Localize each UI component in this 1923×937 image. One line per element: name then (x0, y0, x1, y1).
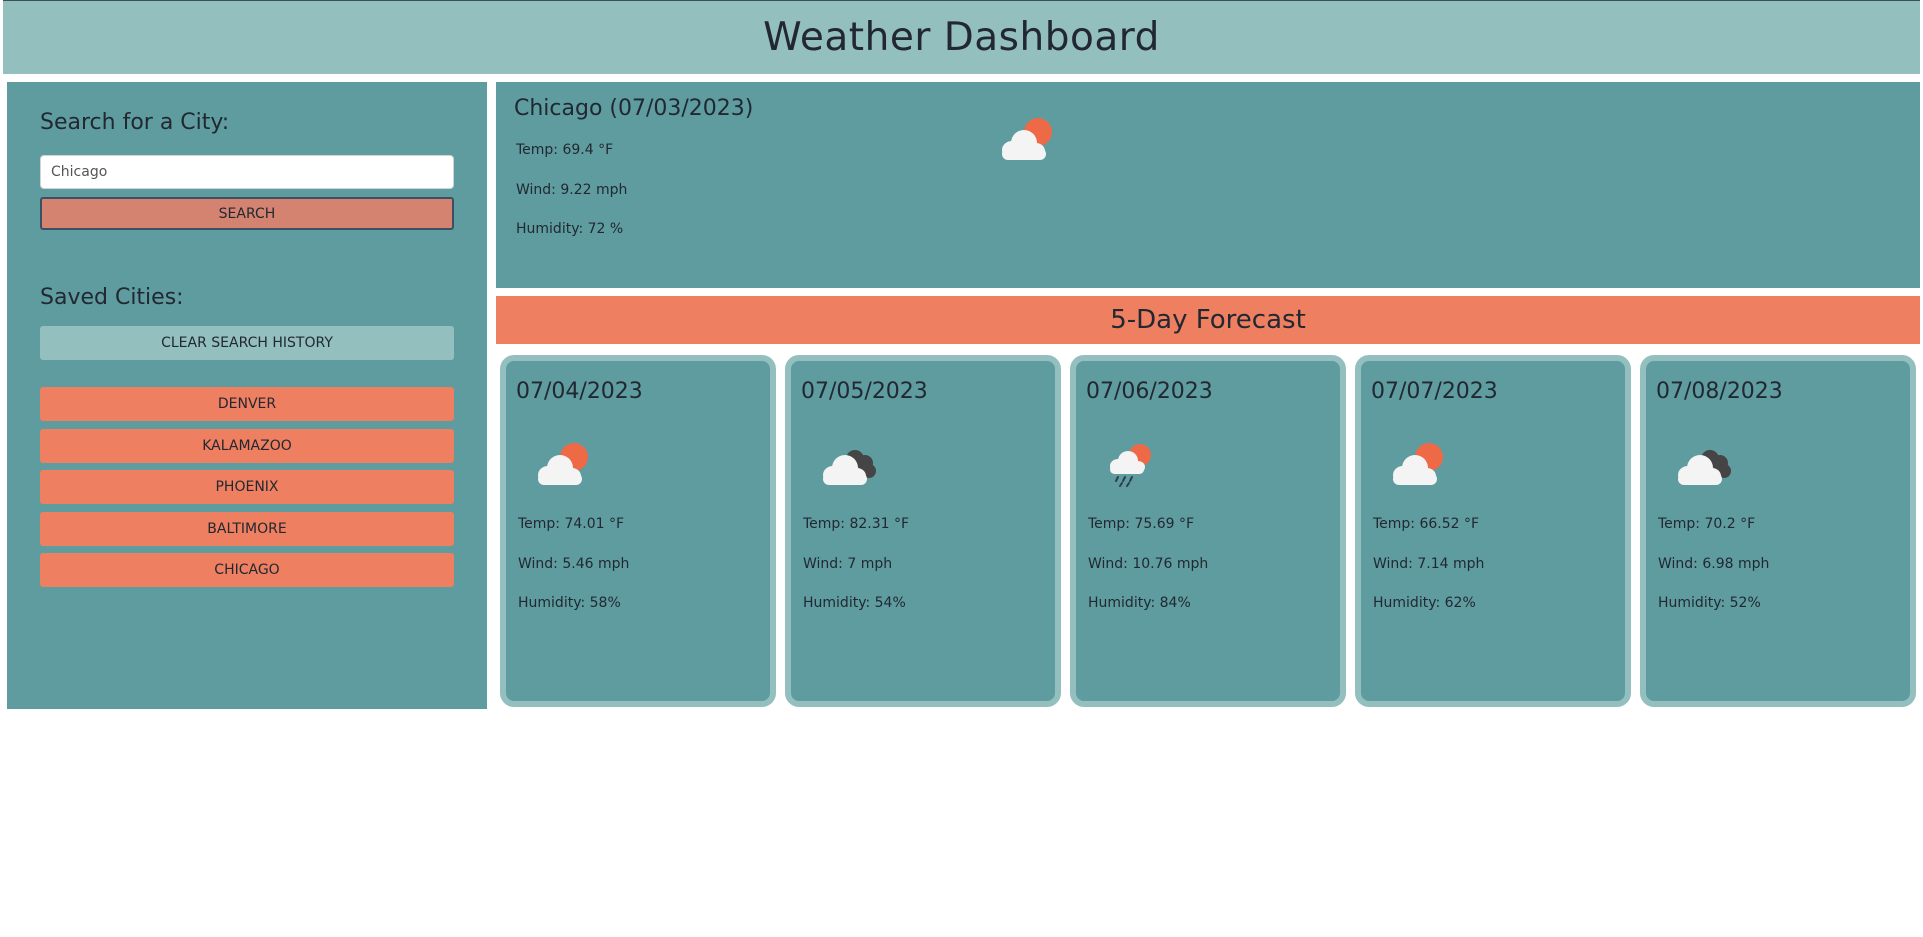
clear-history-button[interactable]: CLEAR SEARCH HISTORY (40, 326, 454, 360)
search-heading: Search for a City: (40, 110, 230, 135)
forecast-title: 5-Day Forecast (1110, 305, 1306, 335)
forecast-humidity: Humidity: 54% (803, 595, 906, 611)
forecast-humidity: Humidity: 84% (1088, 595, 1191, 611)
forecast-date: 07/05/2023 (801, 379, 928, 404)
forecast-cards: 07/04/2023 Temp: 74.01 °F Wind: 5.46 mph… (500, 355, 1916, 707)
saved-city-button[interactable]: PHOENIX (40, 470, 454, 504)
sidebar: Search for a City: SEARCH Saved Cities: … (7, 82, 487, 709)
current-temp: Temp: 69.4 °F (516, 142, 614, 158)
saved-city-button[interactable]: BALTIMORE (40, 512, 454, 546)
current-city-title: Chicago (07/03/2023) (514, 96, 754, 121)
current-weather-panel: Chicago (07/03/2023) Temp: 69.4 °F Wind:… (496, 82, 1920, 288)
forecast-temp: Temp: 70.2 °F (1658, 516, 1756, 532)
partly-cloudy-icon (994, 114, 1058, 162)
page-title: Weather Dashboard (763, 15, 1160, 60)
forecast-temp: Temp: 75.69 °F (1088, 516, 1195, 532)
saved-city-button[interactable]: CHICAGO (40, 553, 454, 587)
forecast-date: 07/08/2023 (1656, 379, 1783, 404)
forecast-humidity: Humidity: 62% (1373, 595, 1476, 611)
search-button[interactable]: SEARCH (40, 197, 454, 230)
saved-cities-heading: Saved Cities: (40, 285, 184, 310)
forecast-humidity: Humidity: 58% (518, 595, 621, 611)
partly-cloudy-icon (530, 439, 594, 487)
forecast-card: 07/05/2023 Temp: 82.31 °F Wind: 7 mph Hu… (785, 355, 1061, 707)
forecast-date: 07/06/2023 (1086, 379, 1213, 404)
current-wind: Wind: 9.22 mph (516, 182, 628, 198)
forecast-card: 07/06/2023 Temp: 75.69 °F Wind: 10.76 mp… (1070, 355, 1346, 707)
forecast-wind: Wind: 6.98 mph (1658, 556, 1770, 572)
forecast-wind: Wind: 7 mph (803, 556, 893, 572)
forecast-humidity: Humidity: 52% (1658, 595, 1761, 611)
city-search-input[interactable] (40, 155, 454, 189)
partly-cloudy-icon (1385, 439, 1449, 487)
app-header: Weather Dashboard (3, 0, 1920, 74)
rain-icon (1100, 439, 1164, 487)
saved-city-button[interactable]: KALAMAZOO (40, 429, 454, 463)
forecast-date: 07/07/2023 (1371, 379, 1498, 404)
broken-clouds-icon (1670, 439, 1734, 487)
forecast-wind: Wind: 7.14 mph (1373, 556, 1485, 572)
forecast-card: 07/08/2023 Temp: 70.2 °F Wind: 6.98 mph … (1640, 355, 1916, 707)
current-humidity: Humidity: 72 % (516, 221, 624, 237)
forecast-date: 07/04/2023 (516, 379, 643, 404)
forecast-header: 5-Day Forecast (496, 296, 1920, 344)
broken-clouds-icon (815, 439, 879, 487)
forecast-temp: Temp: 82.31 °F (803, 516, 910, 532)
forecast-temp: Temp: 74.01 °F (518, 516, 625, 532)
forecast-wind: Wind: 10.76 mph (1088, 556, 1209, 572)
forecast-temp: Temp: 66.52 °F (1373, 516, 1480, 532)
saved-city-button[interactable]: DENVER (40, 387, 454, 421)
forecast-card: 07/07/2023 Temp: 66.52 °F Wind: 7.14 mph… (1355, 355, 1631, 707)
forecast-card: 07/04/2023 Temp: 74.01 °F Wind: 5.46 mph… (500, 355, 776, 707)
forecast-wind: Wind: 5.46 mph (518, 556, 630, 572)
